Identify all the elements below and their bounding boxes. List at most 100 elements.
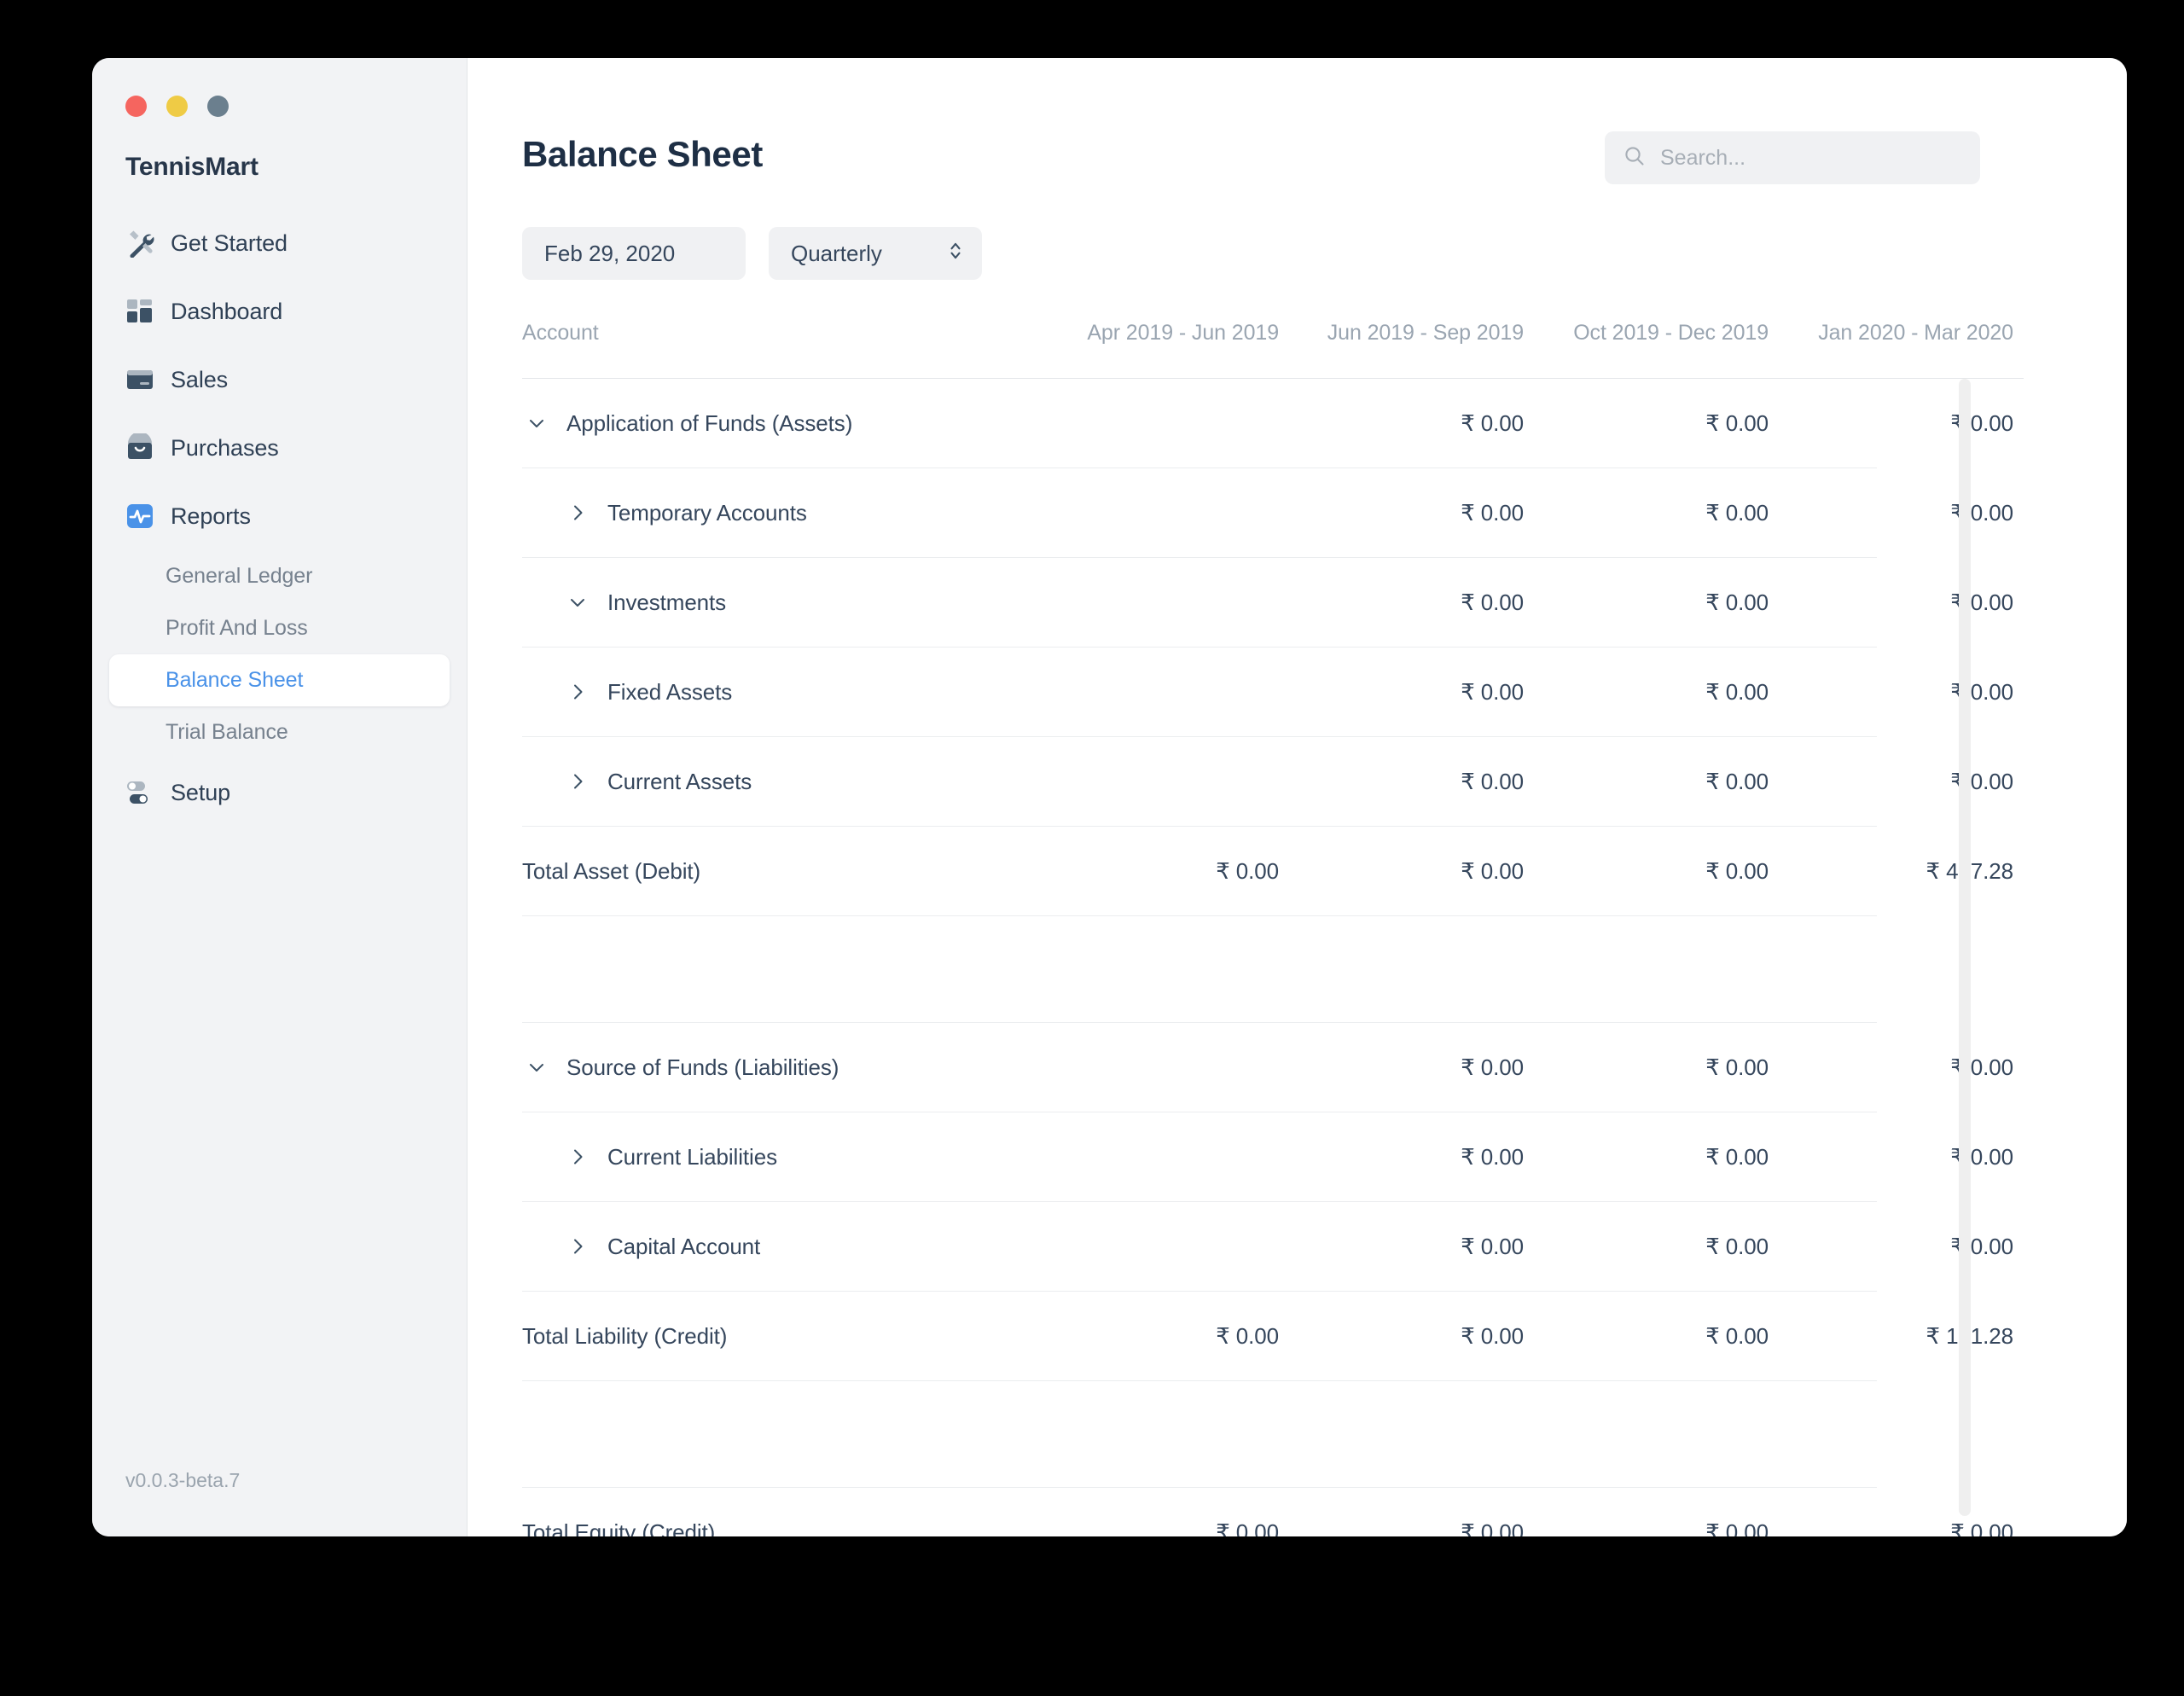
account-name: Current Assets (607, 768, 752, 794)
table-row[interactable]: Temporary Accounts ₹ 0.00 ₹ 0.00 ₹ 0.00 (522, 468, 2013, 558)
sidebar: TennisMart Get Started Dashboard Sales P… (92, 58, 468, 1536)
table-row[interactable]: Capital Account ₹ 0.00 ₹ 0.00 ₹ 0.00 (522, 1202, 2013, 1292)
account-name: Temporary Accounts (607, 499, 807, 526)
period-value: Quarterly (791, 240, 882, 266)
sidebar-item-label: Sales (171, 366, 229, 392)
table-spacer-row (522, 916, 1877, 1023)
table-body: Application of Funds (Assets) ₹ 0.00 ₹ 0.0… (522, 378, 2024, 1536)
account-name: Source of Funds (Liabilities) (566, 1054, 839, 1080)
account-cell: Total Asset (Debit) (522, 858, 1034, 885)
table-row[interactable]: Investments ₹ 0.00 ₹ 0.00 ₹ 0.00 (522, 558, 2013, 648)
amount-cell-period-1: ₹ 0.00 (1216, 1519, 1279, 1537)
sidebar-item-general-ledger[interactable]: General Ledger (109, 550, 450, 602)
shopping-bag-icon (125, 432, 154, 462)
period-select[interactable]: Quarterly (769, 227, 982, 280)
tools-icon (125, 229, 154, 258)
window-controls (92, 96, 467, 117)
column-header-period-4: Jan 2020 - Mar 2020 (1818, 321, 2013, 345)
amount-cell-period-4: ₹ 0.00 (1950, 1519, 2013, 1537)
account-name: Total Liability (Credit) (522, 1322, 728, 1349)
account-cell: Capital Account (522, 1234, 1034, 1260)
table-total-row[interactable]: Total Liability (Credit) ₹ 0.00 ₹ 0.00 ₹ 0.… (522, 1292, 2013, 1381)
amount-cell-period-3: ₹ 0.00 (1705, 678, 1769, 705)
amount-cell-period-1: ₹ 0.00 (1216, 1322, 1279, 1349)
amount-cell-period-1: ₹ 0.00 (1216, 857, 1279, 884)
sidebar-item-get-started[interactable]: Get Started (107, 209, 451, 277)
chevron-right-icon[interactable] (563, 682, 592, 702)
amount-cell-period-3: ₹ 0.00 (1705, 1054, 1769, 1080)
table-row[interactable]: Fixed Assets ₹ 0.00 ₹ 0.00 ₹ 0.00 (522, 648, 2013, 737)
chevron-down-icon[interactable] (563, 592, 592, 613)
sidebar-item-label: Dashboard (171, 298, 283, 324)
sidebar-subitem-label: Balance Sheet (166, 668, 304, 692)
amount-cell-period-2: ₹ 0.00 (1461, 589, 1524, 615)
maximize-button[interactable] (207, 96, 229, 117)
amount-cell-period-4: ₹ 417.28 (1926, 857, 2014, 884)
sidebar-nav: Get Started Dashboard Sales Purchases Re… (92, 209, 467, 827)
account-name: Current Liabilities (607, 1143, 777, 1170)
sidebar-item-profit-and-loss[interactable]: Profit And Loss (109, 602, 450, 654)
sidebar-item-purchases[interactable]: Purchases (107, 414, 451, 482)
sidebar-item-setup[interactable]: Setup (107, 758, 451, 827)
amount-cell-period-4: ₹ 0.00 (1950, 499, 2013, 526)
toggles-icon (125, 778, 154, 807)
brand-name: TennisMart (125, 153, 258, 181)
sidebar-item-label: Reports (171, 502, 251, 529)
amount-cell-period-2: ₹ 0.00 (1461, 678, 1524, 705)
amount-cell-period-2: ₹ 0.00 (1461, 768, 1524, 794)
balance-sheet-table: Account Apr 2019 - Jun 2019 Jun 2019 - S… (468, 321, 2127, 1536)
sidebar-item-trial-balance[interactable]: Trial Balance (109, 706, 450, 758)
search-input[interactable]: Search... (1605, 131, 1980, 184)
sidebar-subitem-label: General Ledger (166, 564, 313, 588)
sidebar-item-reports[interactable]: Reports (107, 482, 451, 550)
search-icon (1623, 145, 1646, 171)
account-name: Application of Funds (Assets) (566, 409, 853, 436)
account-name: Investments (607, 589, 727, 615)
chevron-right-icon[interactable] (563, 1147, 592, 1167)
chevron-right-icon[interactable] (563, 771, 592, 792)
date-value: Feb 29, 2020 (544, 240, 676, 266)
amount-cell-period-3: ₹ 0.00 (1705, 768, 1769, 794)
sidebar-subitem-label: Profit And Loss (166, 616, 308, 640)
amount-cell-period-3: ₹ 0.00 (1705, 499, 1769, 526)
table-row[interactable]: Current Liabilities ₹ 0.00 ₹ 0.00 ₹ 0.00 (522, 1112, 2013, 1202)
table-row[interactable]: Source of Funds (Liabilities) ₹ 0.00 ₹ 0.0… (522, 1023, 2013, 1112)
amount-cell-period-2: ₹ 0.00 (1461, 1519, 1524, 1537)
chevron-down-icon[interactable] (522, 413, 551, 433)
amount-cell-period-3: ₹ 0.00 (1705, 1143, 1769, 1170)
report-filters: Feb 29, 2020 Quarterly (468, 181, 2127, 280)
table-total-row[interactable]: Total Equity (Credit) ₹ 0.00 ₹ 0.00 ₹ 0.00 ₹… (522, 1488, 2013, 1537)
amount-cell-period-2: ₹ 0.00 (1461, 499, 1524, 526)
amount-cell-period-3: ₹ 0.00 (1705, 589, 1769, 615)
minimize-button[interactable] (166, 96, 188, 117)
main-content: Balance Sheet Search... Feb 29, 2020 Qua… (468, 58, 2127, 1536)
sidebar-item-label: Setup (171, 779, 231, 805)
amount-cell-period-4: ₹ 0.00 (1950, 1233, 2013, 1259)
chevron-right-icon[interactable] (563, 502, 592, 523)
sidebar-item-balance-sheet[interactable]: Balance Sheet (109, 654, 450, 706)
account-cell: Source of Funds (Liabilities) (522, 1054, 1034, 1081)
sidebar-item-sales[interactable]: Sales (107, 346, 451, 414)
app-window: TennisMart Get Started Dashboard Sales P… (92, 58, 2127, 1536)
amount-cell-period-2: ₹ 0.00 (1461, 1143, 1524, 1170)
grid-dashboard-icon (125, 297, 154, 326)
table-row[interactable]: Application of Funds (Assets) ₹ 0.00 ₹ 0.0… (522, 379, 2013, 468)
table-row[interactable]: Current Assets ₹ 0.00 ₹ 0.00 ₹ 0.00 (522, 737, 2013, 827)
date-picker[interactable]: Feb 29, 2020 (522, 227, 746, 280)
close-button[interactable] (125, 96, 147, 117)
amount-cell-period-2: ₹ 0.00 (1461, 1322, 1524, 1349)
amount-cell-period-4: ₹ 0.00 (1950, 768, 2013, 794)
sidebar-item-dashboard[interactable]: Dashboard (107, 277, 451, 346)
amount-cell-period-3: ₹ 0.00 (1705, 1233, 1769, 1259)
search-placeholder: Search... (1660, 145, 1746, 170)
table-total-row[interactable]: Total Asset (Debit) ₹ 0.00 ₹ 0.00 ₹ 0.00 ₹ 4… (522, 827, 2013, 916)
column-header-account: Account (522, 321, 599, 345)
table-scrollbar[interactable] (1959, 379, 1971, 1516)
account-cell: Total Liability (Credit) (522, 1323, 1034, 1350)
amount-cell-period-3: ₹ 0.00 (1705, 1322, 1769, 1349)
account-cell: Application of Funds (Assets) (522, 410, 1034, 437)
chevron-down-icon[interactable] (522, 1057, 551, 1077)
chevron-right-icon[interactable] (563, 1236, 592, 1257)
activity-chart-icon (125, 502, 154, 531)
screen: TennisMart Get Started Dashboard Sales P… (0, 0, 2184, 1696)
